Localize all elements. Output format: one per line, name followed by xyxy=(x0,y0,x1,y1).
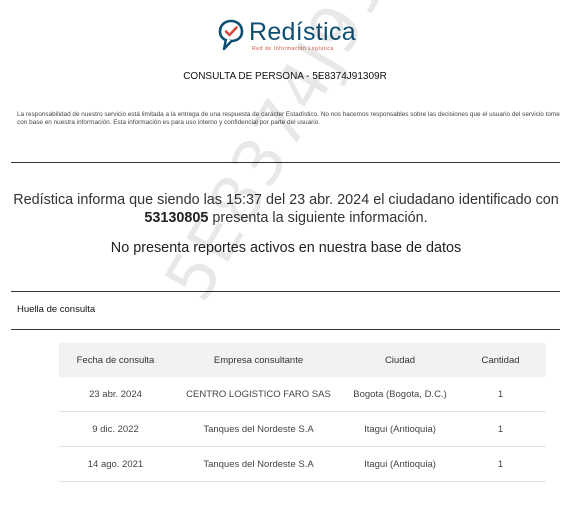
no-reports-message: No presenta reportes activos en nuestra … xyxy=(110,240,462,256)
column-header: Fecha de consulta xyxy=(76,354,155,366)
location-pin-check-icon xyxy=(218,19,244,51)
table-row: 9 dic. 2022 Tanques del Nordeste S.A Ita… xyxy=(59,411,546,447)
consulta-title: CONSULTA DE PERSONA - 5E8374J91309R xyxy=(183,71,387,82)
divider xyxy=(11,291,560,292)
inform-text-end: presenta la siguiente información. xyxy=(208,210,428,226)
inform-statement: Redística informa que siendo las 15:37 d… xyxy=(0,191,570,227)
divider xyxy=(11,329,560,330)
table-header-row: Fecha de consulta Empresa consultante Ci… xyxy=(59,343,546,377)
cell-cantidad: 1 xyxy=(455,411,546,447)
cell-ciudad: Itagui (Antioquia) xyxy=(345,411,455,447)
section-title-huella: Huella de consulta xyxy=(17,304,96,315)
cell-empresa: Tanques del Nordeste S.A xyxy=(172,411,345,447)
id-number: 53130805 xyxy=(144,210,209,226)
report-page: Redística Red de Información Logística C… xyxy=(0,0,570,509)
table-row: 23 abr. 2024 CENTRO LOGISTICO FARO SAS B… xyxy=(59,377,546,412)
cell-fecha: 23 abr. 2024 xyxy=(59,377,172,412)
inform-text-start: Redística informa que siendo las 15:37 d… xyxy=(13,192,559,208)
column-header: Ciudad xyxy=(384,354,416,366)
divider xyxy=(11,162,560,163)
cell-empresa: CENTRO LOGISTICO FARO SAS xyxy=(172,377,345,412)
cell-fecha: 9 dic. 2022 xyxy=(59,411,172,447)
disclaimer-text: La responsabilidad de nuestro servicio e… xyxy=(17,111,560,127)
logo-tagline: Red de Información Logística xyxy=(252,45,334,52)
cell-fecha: 14 ago. 2021 xyxy=(59,446,172,482)
cell-ciudad: Bogota (Bogota, D.C.) xyxy=(345,377,455,412)
consultation-table: Fecha de consulta Empresa consultante Ci… xyxy=(59,343,546,482)
table-row: 14 ago. 2021 Tanques del Nordeste S.A It… xyxy=(59,446,546,482)
column-header: Empresa consultante xyxy=(213,354,304,366)
logo-name: Redística xyxy=(249,17,356,46)
cell-ciudad: Itagui (Antioquia) xyxy=(345,446,455,482)
cell-cantidad: 1 xyxy=(455,377,546,412)
cell-cantidad: 1 xyxy=(455,446,546,482)
redistica-logo: Redística Red de Información Logística xyxy=(217,18,356,52)
column-header: Cantidad xyxy=(481,354,520,366)
cell-empresa: Tanques del Nordeste S.A xyxy=(172,446,345,482)
